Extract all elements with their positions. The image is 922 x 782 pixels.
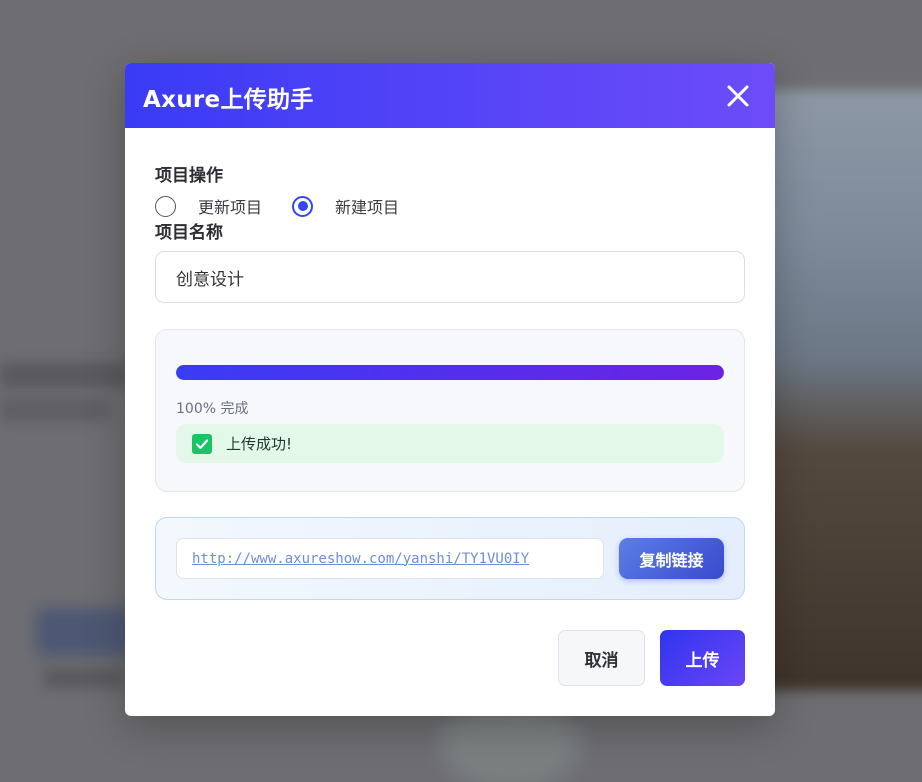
- check-icon: [192, 433, 212, 454]
- radio-unchecked-icon: [155, 195, 176, 217]
- upload-button[interactable]: 上传: [660, 630, 745, 686]
- radio-label: 更新项目: [198, 198, 263, 217]
- background-text: [0, 398, 110, 422]
- share-link[interactable]: http://www.axureshow.com/yanshi/TY1VU0IY: [192, 551, 529, 567]
- close-icon: [727, 85, 749, 107]
- dialog-title: Axure上传助手: [143, 87, 314, 113]
- background-text: [44, 668, 124, 688]
- background-number: [36, 608, 136, 656]
- radio-label: 新建项目: [335, 198, 400, 217]
- operation-radio-group: 更新项目 新建项目: [155, 194, 429, 218]
- background-text: [0, 362, 130, 388]
- close-button[interactable]: [723, 81, 753, 111]
- radio-new-project[interactable]: 新建项目: [292, 194, 399, 218]
- success-message-box: 上传成功!: [176, 424, 724, 463]
- progress-bar: [176, 365, 724, 380]
- project-name-input[interactable]: 创意设计: [155, 251, 745, 303]
- dialog-header: Axure上传助手: [125, 63, 775, 128]
- operation-section-label: 项目操作: [155, 166, 223, 186]
- progress-bar-fill: [176, 365, 724, 380]
- project-name-label: 项目名称: [155, 223, 223, 243]
- radio-update-project[interactable]: 更新项目: [155, 194, 262, 218]
- upload-dialog: Axure上传助手 项目操作 更新项目 新建项目 项目名称 创意设计 100% …: [125, 63, 775, 716]
- share-link-field[interactable]: http://www.axureshow.com/yanshi/TY1VU0IY: [176, 538, 604, 579]
- cancel-button[interactable]: 取消: [558, 630, 645, 686]
- progress-text: 100% 完成: [176, 401, 249, 417]
- copy-link-button[interactable]: 复制链接: [619, 538, 724, 579]
- success-message: 上传成功!: [226, 435, 293, 453]
- upload-progress-card: 100% 完成 上传成功!: [155, 329, 745, 492]
- radio-checked-icon: [292, 195, 314, 217]
- share-link-card: http://www.axureshow.com/yanshi/TY1VU0IY…: [155, 517, 745, 600]
